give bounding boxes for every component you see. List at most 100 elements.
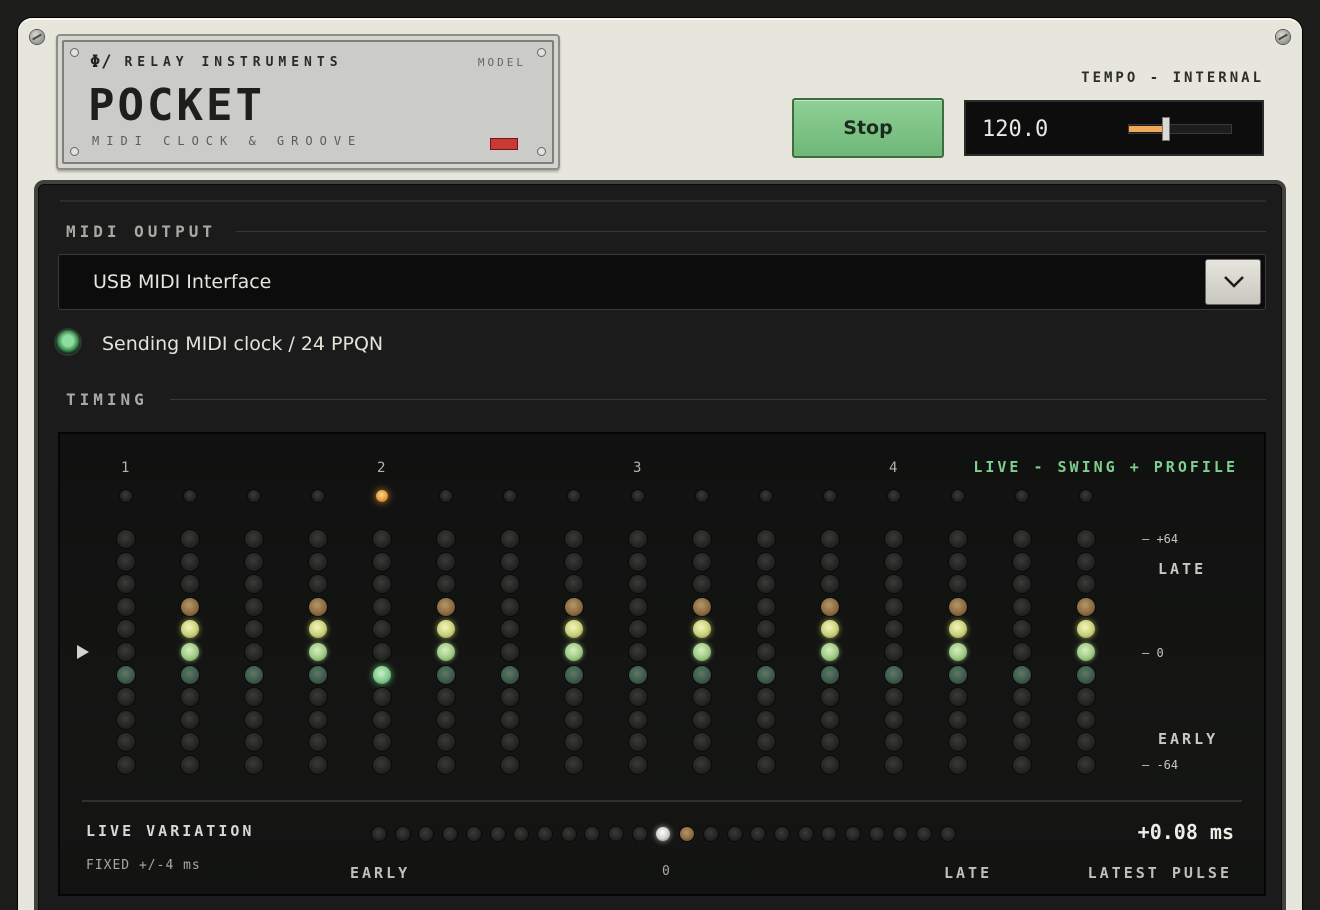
timing-led bbox=[437, 711, 455, 729]
timing-led bbox=[1077, 666, 1095, 684]
timing-led bbox=[117, 575, 135, 593]
scale-top: — +64 bbox=[1142, 532, 1179, 546]
timing-led bbox=[309, 643, 327, 661]
timing-led bbox=[1077, 643, 1095, 661]
timing-led bbox=[181, 598, 199, 616]
brand-logo: Φ/ bbox=[90, 52, 113, 72]
timing-led bbox=[1077, 530, 1095, 548]
timing-led bbox=[181, 530, 199, 548]
timing-led bbox=[245, 711, 263, 729]
variation-led bbox=[846, 827, 860, 841]
chevron-down-icon bbox=[1224, 276, 1244, 288]
timing-led bbox=[501, 688, 519, 706]
timing-led bbox=[885, 575, 903, 593]
timing-led bbox=[181, 666, 199, 684]
timing-led bbox=[757, 666, 775, 684]
timing-led bbox=[885, 530, 903, 548]
device-chassis: Φ/ RELAY INSTRUMENTS MODEL POCKET MIDI C… bbox=[18, 18, 1302, 910]
timing-led bbox=[693, 620, 711, 638]
timing-led bbox=[1013, 666, 1031, 684]
timing-led bbox=[629, 553, 647, 571]
variation-led bbox=[633, 827, 647, 841]
midi-output-select[interactable]: USB MIDI Interface bbox=[58, 254, 1266, 310]
timing-led bbox=[501, 643, 519, 661]
timing-led bbox=[885, 733, 903, 751]
timing-led bbox=[565, 575, 583, 593]
timing-led bbox=[885, 598, 903, 616]
timing-led bbox=[501, 530, 519, 548]
timing-led bbox=[181, 711, 199, 729]
step-indicator-led bbox=[952, 490, 964, 502]
step-indicator-led bbox=[184, 490, 196, 502]
timing-led bbox=[309, 620, 327, 638]
timing-led bbox=[629, 688, 647, 706]
timing-led bbox=[181, 553, 199, 571]
timing-led bbox=[181, 643, 199, 661]
timing-led bbox=[437, 643, 455, 661]
beat-number: 2 bbox=[377, 460, 386, 476]
timing-led bbox=[245, 756, 263, 774]
timing-led bbox=[309, 666, 327, 684]
timing-led bbox=[949, 553, 967, 571]
status-text: Sending MIDI clock / 24 PPQN bbox=[102, 333, 384, 355]
timing-led bbox=[757, 620, 775, 638]
timing-led bbox=[821, 598, 839, 616]
timing-led bbox=[117, 711, 135, 729]
timing-led bbox=[373, 643, 391, 661]
timing-led bbox=[565, 688, 583, 706]
scale-late: LATE bbox=[1158, 560, 1207, 578]
variation-led bbox=[751, 827, 765, 841]
product-name: POCKET bbox=[88, 80, 265, 131]
timing-led bbox=[501, 598, 519, 616]
timing-led bbox=[629, 711, 647, 729]
timing-led bbox=[565, 530, 583, 548]
timing-led bbox=[949, 530, 967, 548]
timing-led bbox=[373, 553, 391, 571]
beat-number: 1 bbox=[121, 460, 130, 476]
scale-early: EARLY bbox=[1158, 730, 1219, 748]
variation-led bbox=[538, 827, 552, 841]
timing-led bbox=[949, 575, 967, 593]
timing-led bbox=[117, 733, 135, 751]
timing-led bbox=[245, 598, 263, 616]
timing-led bbox=[693, 711, 711, 729]
timing-led bbox=[565, 553, 583, 571]
timing-led bbox=[309, 688, 327, 706]
variation-late-label: LATE bbox=[944, 864, 993, 882]
timing-led bbox=[565, 643, 583, 661]
timing-led bbox=[885, 756, 903, 774]
timing-led bbox=[437, 598, 455, 616]
timing-led bbox=[309, 530, 327, 548]
stop-button[interactable]: Stop bbox=[792, 98, 944, 158]
timing-led bbox=[437, 688, 455, 706]
timing-led bbox=[373, 598, 391, 616]
timing-led bbox=[693, 688, 711, 706]
rivet-icon bbox=[70, 48, 79, 57]
timing-led bbox=[117, 688, 135, 706]
screw-icon bbox=[1276, 30, 1290, 44]
tempo-slider-thumb[interactable] bbox=[1162, 117, 1170, 141]
timing-led bbox=[373, 575, 391, 593]
timing-led bbox=[757, 733, 775, 751]
variation-led bbox=[728, 827, 742, 841]
timing-led bbox=[821, 666, 839, 684]
variation-led bbox=[680, 827, 694, 841]
timing-led bbox=[949, 643, 967, 661]
timing-led bbox=[117, 756, 135, 774]
timing-led bbox=[309, 733, 327, 751]
timing-led bbox=[501, 620, 519, 638]
variation-led bbox=[514, 827, 528, 841]
tempo-slider-fill bbox=[1129, 126, 1166, 132]
timing-led bbox=[309, 756, 327, 774]
step-indicator-led bbox=[248, 490, 260, 502]
rivet-icon bbox=[537, 147, 546, 156]
variation-led bbox=[562, 827, 576, 841]
timing-led bbox=[501, 553, 519, 571]
dropdown-button[interactable] bbox=[1205, 259, 1261, 305]
tempo-slider[interactable] bbox=[1128, 117, 1232, 141]
timing-led bbox=[629, 575, 647, 593]
mode-label: LIVE - SWING + PROFILE bbox=[973, 458, 1238, 476]
timing-led bbox=[245, 688, 263, 706]
rivet-icon bbox=[70, 147, 79, 156]
timing-led bbox=[757, 756, 775, 774]
